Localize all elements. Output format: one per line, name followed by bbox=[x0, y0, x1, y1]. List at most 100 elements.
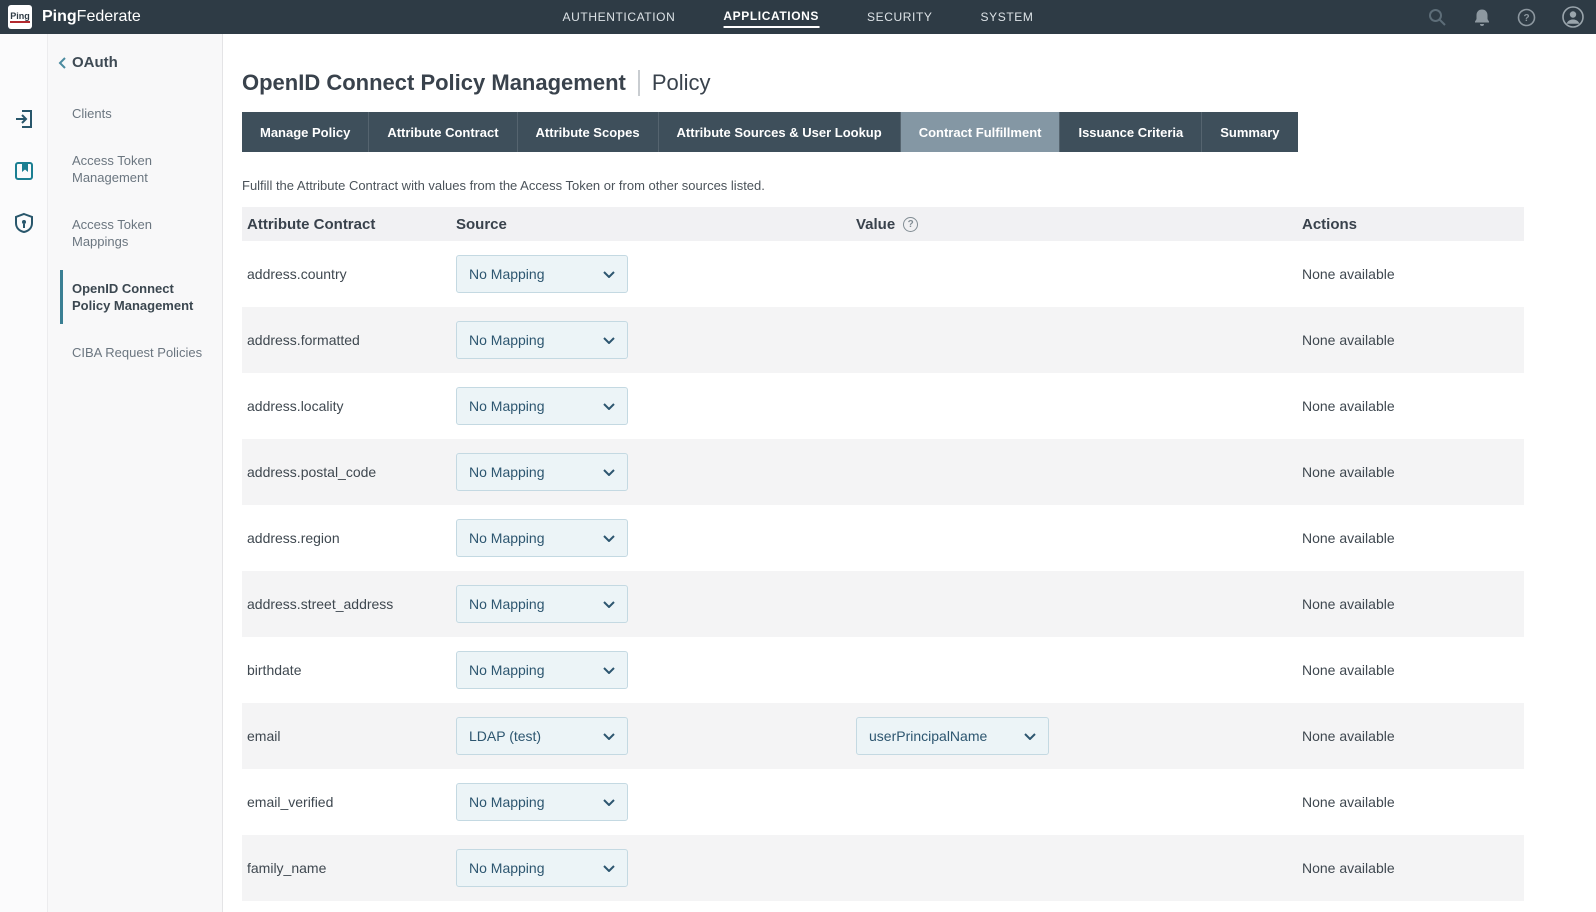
sidebar-item[interactable]: CIBA Request Policies bbox=[60, 334, 222, 371]
source-dropdown-label: No Mapping bbox=[469, 860, 545, 876]
sidebar-item[interactable]: Access Token Management bbox=[60, 142, 222, 196]
ping-logo-text: Ping bbox=[10, 11, 30, 23]
header-source: Source bbox=[456, 216, 856, 233]
actions-text: None available bbox=[1302, 398, 1524, 414]
table-row: address.country No Mapping None availabl… bbox=[242, 241, 1524, 307]
source-dropdown-label: No Mapping bbox=[469, 266, 545, 282]
nav-applications[interactable]: APPLICATIONS bbox=[723, 6, 819, 28]
attribute-name: address.postal_code bbox=[242, 464, 456, 480]
source-dropdown[interactable]: No Mapping bbox=[456, 651, 628, 689]
value-dropdown[interactable]: userPrincipalName bbox=[856, 717, 1049, 755]
attribute-name: birthdate bbox=[242, 662, 456, 678]
chevron-left-icon bbox=[58, 57, 66, 69]
source-dropdown[interactable]: No Mapping bbox=[456, 453, 628, 491]
tab[interactable]: Attribute Scopes bbox=[518, 112, 659, 152]
tab[interactable]: Contract Fulfillment bbox=[901, 112, 1061, 152]
attribute-name: email bbox=[242, 728, 456, 744]
table-row: address.region No Mapping None available bbox=[242, 505, 1524, 571]
header-actions: Actions bbox=[1302, 216, 1524, 233]
actions-text: None available bbox=[1302, 794, 1524, 810]
chevron-down-icon bbox=[603, 865, 615, 872]
actions-text: None available bbox=[1302, 266, 1524, 282]
sidebar: OAuth Clients Access Token Management Acce… bbox=[48, 34, 223, 912]
chevron-down-icon bbox=[603, 799, 615, 806]
fulfillment-table: Attribute Contract Source Value ? Action… bbox=[242, 207, 1524, 901]
attribute-name: family_name bbox=[242, 860, 456, 876]
source-dropdown-label: No Mapping bbox=[469, 596, 545, 612]
table-header-row: Attribute Contract Source Value ? Action… bbox=[242, 207, 1524, 241]
chevron-down-icon bbox=[603, 667, 615, 674]
attribute-name: address.locality bbox=[242, 398, 456, 414]
chevron-down-icon bbox=[603, 271, 615, 278]
actions-text: None available bbox=[1302, 464, 1524, 480]
source-dropdown[interactable]: No Mapping bbox=[456, 783, 628, 821]
source-dropdown-label: No Mapping bbox=[469, 530, 545, 546]
chevron-down-icon bbox=[1024, 733, 1036, 740]
source-dropdown[interactable]: LDAP (test) bbox=[456, 717, 628, 755]
help-icon[interactable]: ? bbox=[1517, 8, 1536, 27]
bell-icon[interactable] bbox=[1473, 8, 1491, 27]
actions-text: None available bbox=[1302, 332, 1524, 348]
ping-logo: Ping bbox=[8, 5, 32, 29]
nav-authentication[interactable]: AUTHENTICATION bbox=[563, 7, 676, 27]
table-row: birthdate No Mapping None available bbox=[242, 637, 1524, 703]
sidebar-item[interactable]: Clients bbox=[60, 95, 222, 132]
title-divider bbox=[638, 70, 640, 96]
top-bar: Ping PingFederate AUTHENTICATIONAPPLICAT… bbox=[0, 0, 1596, 34]
sidebar-nav: Clients Access Token Management Access Tok… bbox=[48, 95, 222, 371]
sidebar-back-link[interactable]: OAuth bbox=[48, 54, 222, 71]
nav-system[interactable]: SYSTEM bbox=[981, 7, 1034, 27]
page-subtitle: Policy bbox=[652, 70, 711, 96]
source-dropdown[interactable]: No Mapping bbox=[456, 387, 628, 425]
brand-bold: Ping bbox=[42, 8, 77, 25]
source-dropdown-label: LDAP (test) bbox=[469, 728, 541, 744]
chevron-down-icon bbox=[603, 337, 615, 344]
actions-text: None available bbox=[1302, 530, 1524, 546]
attribute-name: address.region bbox=[242, 530, 456, 546]
source-dropdown-label: No Mapping bbox=[469, 662, 545, 678]
authentication-icon[interactable] bbox=[13, 108, 35, 130]
source-dropdown[interactable]: No Mapping bbox=[456, 849, 628, 887]
top-nav: AUTHENTICATION APPLICATIONS SECURITY SYSTEM bbox=[563, 0, 1034, 34]
applications-icon[interactable] bbox=[13, 160, 35, 182]
value-dropdown-label: userPrincipalName bbox=[869, 728, 987, 744]
chevron-down-icon bbox=[603, 403, 615, 410]
table-row: address.formatted No Mapping None availa… bbox=[242, 307, 1524, 373]
tab[interactable]: Manage Policy bbox=[242, 112, 369, 152]
nav-security[interactable]: SECURITY bbox=[867, 7, 932, 27]
tab-bar: Manage PolicyAttribute ContractAttribute… bbox=[242, 112, 1596, 152]
actions-text: None available bbox=[1302, 728, 1524, 744]
main-content: OpenID Connect Policy Management Policy … bbox=[223, 34, 1596, 912]
source-dropdown-label: No Mapping bbox=[469, 464, 545, 480]
chevron-down-icon bbox=[603, 535, 615, 542]
tab[interactable]: Attribute Sources & User Lookup bbox=[659, 112, 901, 152]
value-help-icon[interactable]: ? bbox=[903, 217, 918, 232]
tab[interactable]: Summary bbox=[1202, 112, 1297, 152]
brand-title: PingFederate bbox=[42, 8, 141, 26]
table-row: family_name No Mapping None available bbox=[242, 835, 1524, 901]
svg-text:?: ? bbox=[1523, 13, 1529, 24]
search-icon[interactable] bbox=[1427, 7, 1447, 27]
icon-rail bbox=[0, 34, 48, 912]
brand-light: Federate bbox=[77, 8, 141, 25]
source-dropdown[interactable]: No Mapping bbox=[456, 585, 628, 623]
chevron-down-icon bbox=[603, 469, 615, 476]
source-dropdown[interactable]: No Mapping bbox=[456, 519, 628, 557]
table-row: email LDAP (test) userPrincipalName None… bbox=[242, 703, 1524, 769]
source-dropdown[interactable]: No Mapping bbox=[456, 255, 628, 293]
source-dropdown-label: No Mapping bbox=[469, 794, 545, 810]
tab[interactable]: Attribute Contract bbox=[369, 112, 517, 152]
chevron-down-icon bbox=[603, 601, 615, 608]
sidebar-item[interactable]: OpenID Connect Policy Management bbox=[60, 270, 222, 324]
header-value: Value ? bbox=[856, 216, 1302, 233]
topbar-icons: ? bbox=[1427, 6, 1584, 28]
sidebar-item[interactable]: Access Token Mappings bbox=[60, 206, 222, 260]
value-cell: userPrincipalName bbox=[856, 717, 1302, 755]
source-dropdown[interactable]: No Mapping bbox=[456, 321, 628, 359]
attribute-name: address.street_address bbox=[242, 596, 456, 612]
tab[interactable]: Issuance Criteria bbox=[1060, 112, 1202, 152]
security-icon[interactable] bbox=[13, 212, 35, 234]
attribute-name: address.country bbox=[242, 266, 456, 282]
user-avatar-icon[interactable] bbox=[1562, 6, 1584, 28]
table-row: address.postal_code No Mapping None avai… bbox=[242, 439, 1524, 505]
